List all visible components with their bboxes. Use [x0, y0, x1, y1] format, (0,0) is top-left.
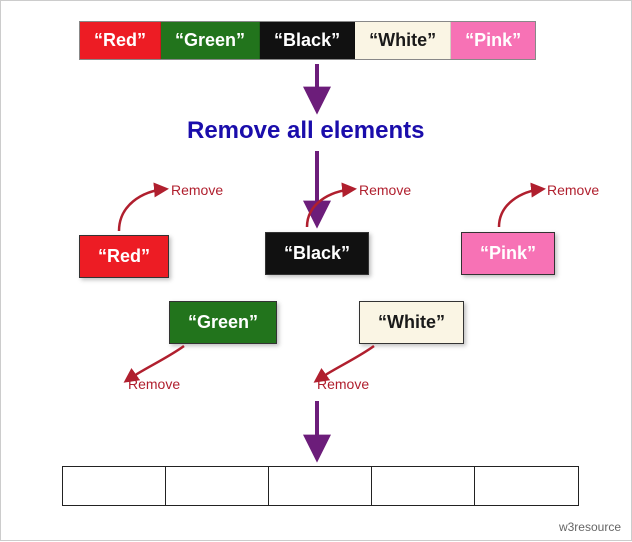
empty-cell: [372, 467, 475, 505]
empty-cell: [269, 467, 372, 505]
diagram-title: Remove all elements: [187, 117, 424, 145]
block-black: “Black”: [265, 232, 369, 275]
array-cell-pink: “Pink”: [451, 22, 535, 59]
attribution: w3resource: [559, 520, 621, 534]
remove-label-green: Remove: [128, 376, 180, 392]
array-cell-red: “Red”: [80, 22, 161, 59]
remove-label-red: Remove: [171, 182, 223, 198]
empty-cell: [475, 467, 578, 505]
remove-label-black: Remove: [359, 182, 411, 198]
block-green: “Green”: [169, 301, 277, 344]
result-array: [62, 466, 579, 506]
initial-array: “Red” “Green” “Black” “White” “Pink”: [79, 21, 536, 60]
remove-label-pink: Remove: [547, 182, 599, 198]
remove-label-white: Remove: [317, 376, 369, 392]
array-cell-black: “Black”: [260, 22, 355, 59]
array-cell-white: “White”: [355, 22, 451, 59]
block-white: “White”: [359, 301, 464, 344]
block-pink: “Pink”: [461, 232, 555, 275]
empty-cell: [63, 467, 166, 505]
empty-cell: [166, 467, 269, 505]
array-cell-green: “Green”: [161, 22, 260, 59]
block-red: “Red”: [79, 235, 169, 278]
